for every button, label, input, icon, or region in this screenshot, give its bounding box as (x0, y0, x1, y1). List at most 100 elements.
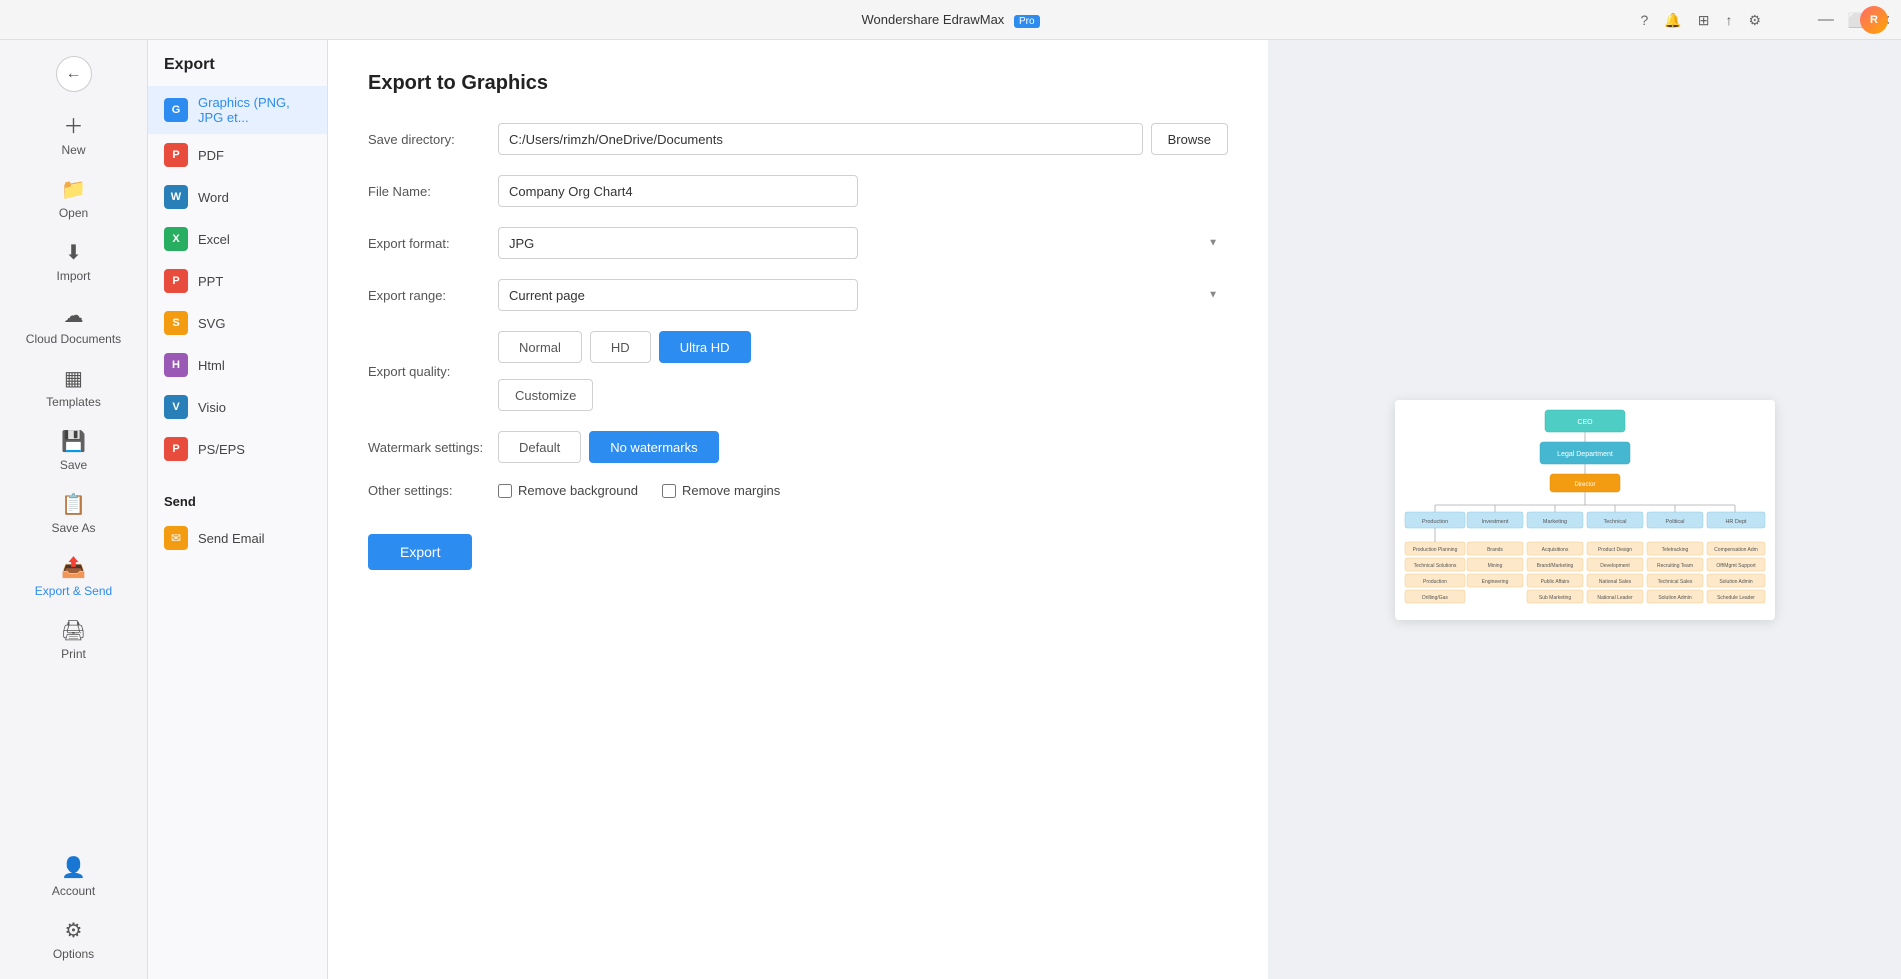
quality-normal-btn[interactable]: Normal (498, 331, 582, 363)
nav-item-account-label: Account (52, 884, 95, 898)
quality-hd-btn[interactable]: HD (590, 331, 651, 363)
format-select-arrow: ▼ (1208, 238, 1218, 249)
svg-icon: S (164, 311, 188, 335)
remove-background-checkbox[interactable] (498, 484, 512, 498)
pseps-icon: P (164, 437, 188, 461)
svg-text:Director: Director (1574, 482, 1595, 488)
user-avatar[interactable]: R (1860, 6, 1888, 34)
remove-background-text: Remove background (518, 483, 638, 498)
pro-badge: Pro (1014, 15, 1040, 28)
other-settings-label: Other settings: (368, 483, 498, 498)
format-label-word: Word (198, 190, 229, 205)
svg-text:CEO: CEO (1577, 419, 1593, 426)
nav-item-templates[interactable]: ▦ Templates (0, 356, 147, 419)
svg-text:Solution Admin: Solution Admin (1719, 579, 1753, 585)
export-quality-control: Normal HD Ultra HD Customize (498, 331, 1228, 411)
preview-panel: CEO Legal Department Director (1268, 40, 1901, 979)
save-directory-input[interactable] (498, 123, 1143, 155)
watermark-none-btn[interactable]: No watermarks (589, 431, 718, 463)
app-title: Wondershare EdrawMax Pro (861, 12, 1039, 27)
send-email-item[interactable]: ✉ Send Email (148, 517, 327, 559)
svg-text:HR Dept: HR Dept (1725, 519, 1747, 525)
format-item-word[interactable]: W Word (148, 176, 327, 218)
send-section: Send ✉ Send Email (148, 486, 327, 559)
other-settings-checkboxes: Remove background Remove margins (498, 483, 1228, 498)
nav-item-print[interactable]: 🖨 Print (0, 608, 147, 671)
svg-text:Technical Solutions: Technical Solutions (1413, 563, 1456, 569)
quality-ultrahd-btn[interactable]: Ultra HD (659, 331, 751, 363)
nav-item-options[interactable]: ⚙ Options (0, 908, 147, 971)
ppt-icon: P (164, 269, 188, 293)
svg-text:Sub Marketing: Sub Marketing (1538, 595, 1570, 601)
format-item-pseps[interactable]: P PS/EPS (148, 428, 327, 470)
watermark-row: Watermark settings: Default No watermark… (368, 431, 1228, 463)
share-icon[interactable]: ↑ (1725, 12, 1732, 28)
export-button[interactable]: Export (368, 534, 472, 570)
remove-margins-checkbox[interactable] (662, 484, 676, 498)
format-item-ppt[interactable]: P PPT (148, 260, 327, 302)
graphics-icon: G (164, 98, 188, 122)
left-navigation: ← ＋ New 📁 Open ⬇ Import ☁ Cloud Document… (0, 40, 148, 979)
format-label-graphics: Graphics (PNG, JPG et... (198, 95, 311, 125)
nav-item-print-label: Print (61, 647, 86, 661)
remove-background-label[interactable]: Remove background (498, 483, 638, 498)
settings-icon[interactable]: ⚙ (1748, 12, 1761, 29)
nav-item-account[interactable]: 👤 Account (0, 845, 147, 908)
nav-item-new[interactable]: ＋ New (0, 100, 147, 167)
saveas-icon: 📋 (61, 492, 86, 517)
send-email-label: Send Email (198, 531, 264, 546)
format-label-visio: Visio (198, 400, 226, 415)
nav-item-saveas[interactable]: 📋 Save As (0, 482, 147, 545)
export-quality-row: Export quality: Normal HD Ultra HD Custo… (368, 331, 1228, 411)
remove-margins-label[interactable]: Remove margins (662, 483, 780, 498)
watermark-buttons-group: Default No watermarks (498, 431, 1228, 463)
send-section-title: Send (148, 486, 327, 517)
format-item-visio[interactable]: V Visio (148, 386, 327, 428)
svg-text:National Sales: National Sales (1598, 579, 1631, 585)
save-icon: 💾 (61, 429, 86, 454)
notification-icon[interactable]: 🔔 (1664, 12, 1681, 29)
watermark-default-btn[interactable]: Default (498, 431, 581, 463)
svg-text:Drilling/Gas: Drilling/Gas (1422, 595, 1448, 601)
nav-item-saveas-label: Save As (51, 521, 95, 535)
html-icon: H (164, 353, 188, 377)
svg-text:Marketing: Marketing (1542, 519, 1566, 525)
svg-text:Technical Sales: Technical Sales (1657, 579, 1692, 585)
export-format-select[interactable]: JPG PNG BMP GIF SVG (498, 227, 858, 259)
svg-text:Teletracking: Teletracking (1661, 547, 1688, 553)
export-format-sidebar: Export G Graphics (PNG, JPG et... P PDF … (148, 40, 328, 979)
account-icon: 👤 (61, 855, 86, 880)
nav-item-import[interactable]: ⬇ Import (0, 230, 147, 293)
nav-item-save[interactable]: 💾 Save (0, 419, 147, 482)
nav-item-open[interactable]: 📁 Open (0, 167, 147, 230)
export-range-select[interactable]: Current page All pages Selected objects (498, 279, 858, 311)
export-range-label: Export range: (368, 288, 498, 303)
save-directory-control: Browse (498, 123, 1228, 155)
range-select-arrow: ▼ (1208, 290, 1218, 301)
file-name-input[interactable] (498, 175, 858, 207)
help-icon[interactable]: ? (1640, 12, 1648, 28)
minimize-btn[interactable]: — (1818, 11, 1834, 29)
svg-text:Solution Admin: Solution Admin (1658, 595, 1692, 601)
format-item-pdf[interactable]: P PDF (148, 134, 327, 176)
customize-btn[interactable]: Customize (498, 379, 593, 411)
grid-icon[interactable]: ⊞ (1698, 12, 1710, 29)
format-item-html[interactable]: H Html (148, 344, 327, 386)
format-item-graphics[interactable]: G Graphics (PNG, JPG et... (148, 86, 327, 134)
svg-text:Brand/Marketing: Brand/Marketing (1536, 563, 1573, 569)
nav-item-cloud[interactable]: ☁ Cloud Documents (0, 293, 147, 356)
templates-icon: ▦ (64, 366, 83, 391)
file-name-label: File Name: (368, 184, 498, 199)
svg-text:Technical: Technical (1603, 519, 1626, 525)
excel-icon: X (164, 227, 188, 251)
back-button[interactable]: ← (56, 56, 92, 92)
other-settings-row: Other settings: Remove background Remove… (368, 483, 1228, 498)
export-sidebar-title: Export (148, 56, 327, 86)
format-item-excel[interactable]: X Excel (148, 218, 327, 260)
format-item-svg[interactable]: S SVG (148, 302, 327, 344)
format-label-excel: Excel (198, 232, 230, 247)
browse-button[interactable]: Browse (1151, 123, 1228, 155)
email-icon: ✉ (164, 526, 188, 550)
svg-text:National Leader: National Leader (1597, 595, 1633, 601)
nav-item-export[interactable]: 📤 Export & Send (0, 545, 147, 608)
